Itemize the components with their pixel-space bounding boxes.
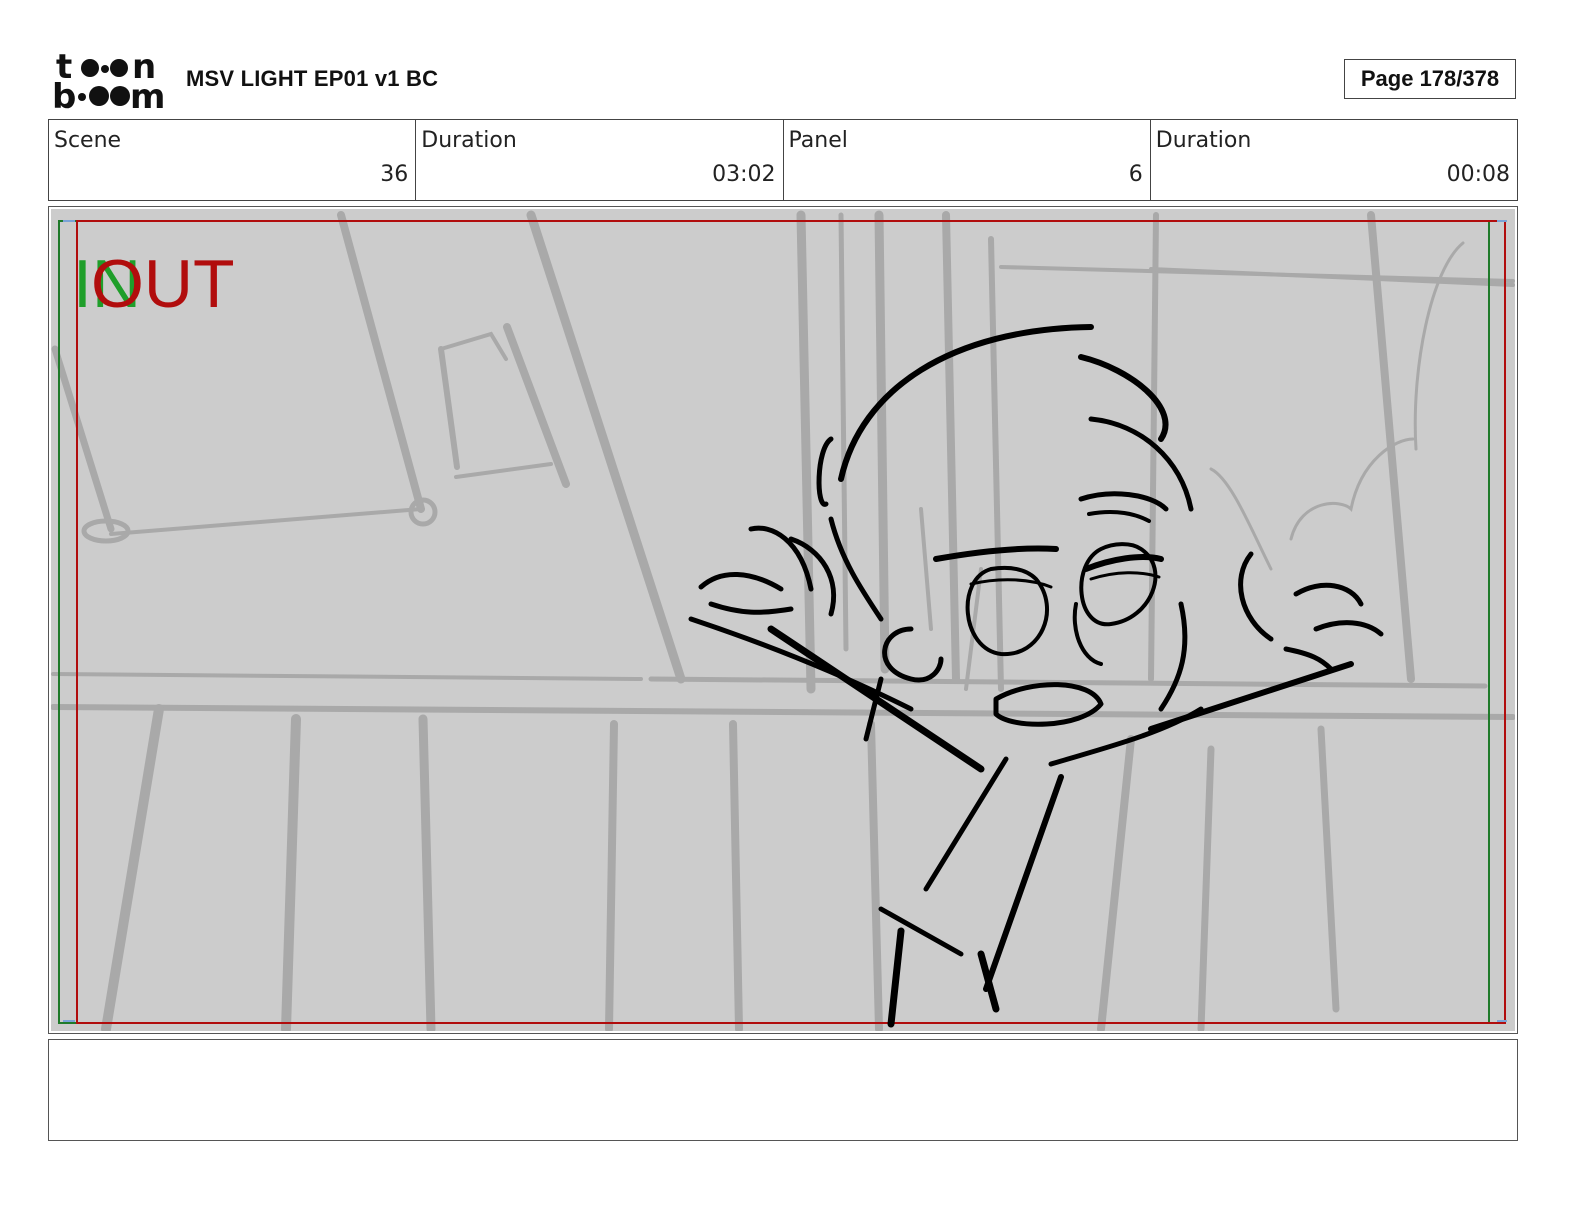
scene-info-table: Scene 36 Duration 03:02 Panel 6 Duration… [48, 119, 1518, 201]
scene-duration-value: 03:02 [712, 162, 776, 187]
logo-icon: t n b m [52, 48, 164, 112]
panel-label: Panel [788, 128, 848, 153]
out-label: OUT [91, 246, 235, 322]
document-title: MSV LIGHT EP01 v1 BC [186, 66, 439, 91]
scene-label: Scene [54, 128, 122, 153]
page-indicator: Page 178/378 [1344, 59, 1516, 99]
svg-text:m: m [130, 77, 164, 112]
scene-duration-cell: Duration 03:02 [416, 120, 784, 200]
panel-notes [48, 1039, 1518, 1141]
panel-duration-label: Duration [1155, 128, 1252, 153]
panel-duration-cell: Duration 00:08 [1151, 120, 1517, 200]
scene-cell: Scene 36 [49, 120, 417, 200]
panel-drawing: IN OUT [51, 209, 1515, 1031]
storyboard-panel: IN OUT [48, 206, 1518, 1034]
panel-background [51, 209, 1515, 1031]
panel-cell: Panel 6 [784, 120, 1151, 200]
panel-value: 6 [1128, 162, 1143, 187]
svg-text:b: b [52, 77, 76, 112]
panel-duration-value: 00:08 [1446, 162, 1510, 187]
toon-boom-logo: t n b m [52, 48, 164, 112]
scene-value: 36 [380, 162, 409, 187]
scene-duration-label: Duration [421, 128, 517, 153]
